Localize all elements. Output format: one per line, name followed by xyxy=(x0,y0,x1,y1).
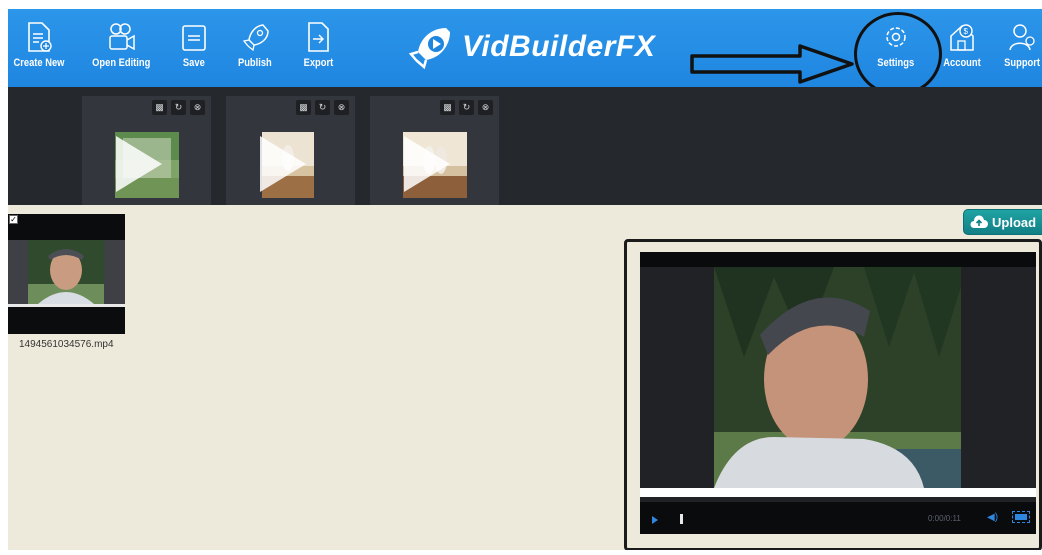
annotation-arrow-icon xyxy=(690,44,854,84)
clip-progress-bar xyxy=(8,304,125,307)
player-top-bar xyxy=(640,252,1036,267)
account-label: Account xyxy=(943,57,981,69)
close-icon[interactable]: ⊗ xyxy=(190,100,205,115)
player-progress-track[interactable] xyxy=(640,488,1036,497)
account-button[interactable]: $ Account xyxy=(936,9,988,87)
folder-icon xyxy=(182,25,206,51)
lock-icon[interactable]: ▩ xyxy=(296,100,311,115)
play-overlay-icon xyxy=(404,136,450,192)
top-toolbar: Create New Open Editing Save Publish Exp… xyxy=(8,9,1042,87)
refresh-icon[interactable]: ↻ xyxy=(171,100,186,115)
scrubber-handle[interactable] xyxy=(680,514,683,524)
lock-icon[interactable]: ▩ xyxy=(152,100,167,115)
create-new-button[interactable]: Create New xyxy=(10,9,68,87)
export-label: Export xyxy=(303,57,333,69)
template-card[interactable]: ▩ ↻ ⊗ xyxy=(370,96,499,205)
template-card[interactable]: ▩ ↻ ⊗ xyxy=(82,96,211,205)
export-icon xyxy=(308,22,329,52)
settings-label: Settings xyxy=(877,57,915,69)
rocket-play-logo-icon xyxy=(408,28,450,70)
support-icon xyxy=(1009,24,1035,51)
player-controls: 0:00/0:11 ◀) xyxy=(640,502,1036,534)
close-icon[interactable]: ⊗ xyxy=(334,100,349,115)
svg-text:$: $ xyxy=(964,27,969,36)
clip-filename: 1494561034576.mp4 xyxy=(19,339,114,350)
template-strip: ▩ ↻ ⊗ ▩ ↻ ⊗ ▩ ↻ ⊗ xyxy=(8,87,1042,205)
upload-label: Upload xyxy=(992,214,1037,230)
open-editing-button[interactable]: Open Editing xyxy=(88,9,154,87)
save-button[interactable]: Save xyxy=(172,9,216,87)
brand-name: VidBuilderFX xyxy=(462,30,656,63)
volume-icon[interactable]: ◀) xyxy=(987,512,998,523)
media-clip[interactable]: ✓ xyxy=(8,214,125,334)
rocket-icon xyxy=(242,24,269,52)
clip-thumbnail xyxy=(8,240,125,304)
cloud-upload-icon xyxy=(970,215,988,228)
play-overlay-icon xyxy=(260,136,306,192)
player-time: 0:00/0:11 xyxy=(928,514,961,523)
fullscreen-icon[interactable] xyxy=(1012,511,1030,523)
document-new-icon xyxy=(28,22,52,52)
export-button[interactable]: Export xyxy=(296,9,340,87)
support-button[interactable]: Support xyxy=(1000,9,1042,87)
camera-icon xyxy=(109,23,135,51)
video-player: 0:00/0:11 ◀) xyxy=(640,252,1036,534)
create-new-label: Create New xyxy=(13,57,65,69)
template-card[interactable]: ▩ ↻ ⊗ xyxy=(226,96,355,205)
house-dollar-icon: $ xyxy=(950,24,974,51)
clip-checkbox[interactable]: ✓ xyxy=(9,215,18,224)
publish-label: Publish xyxy=(238,57,272,69)
support-label: Support xyxy=(1004,57,1040,69)
open-editing-label: Open Editing xyxy=(91,57,151,69)
bottom-border xyxy=(0,550,1042,555)
gear-icon xyxy=(886,27,906,47)
vidbuilderfx-logo: VidBuilderFX xyxy=(408,23,655,71)
refresh-icon[interactable]: ↻ xyxy=(459,100,474,115)
refresh-icon[interactable]: ↻ xyxy=(315,100,330,115)
preview-panel: 0:00/0:11 ◀) xyxy=(624,239,1042,551)
play-overlay-icon xyxy=(116,136,162,192)
close-icon[interactable]: ⊗ xyxy=(478,100,493,115)
upload-button[interactable]: Upload xyxy=(963,209,1042,235)
publish-button[interactable]: Publish xyxy=(230,9,280,87)
play-icon[interactable] xyxy=(652,516,658,524)
lock-icon[interactable]: ▩ xyxy=(440,100,455,115)
video-frame[interactable] xyxy=(714,267,961,488)
settings-button[interactable]: Settings xyxy=(868,9,924,87)
save-label: Save xyxy=(183,57,205,69)
